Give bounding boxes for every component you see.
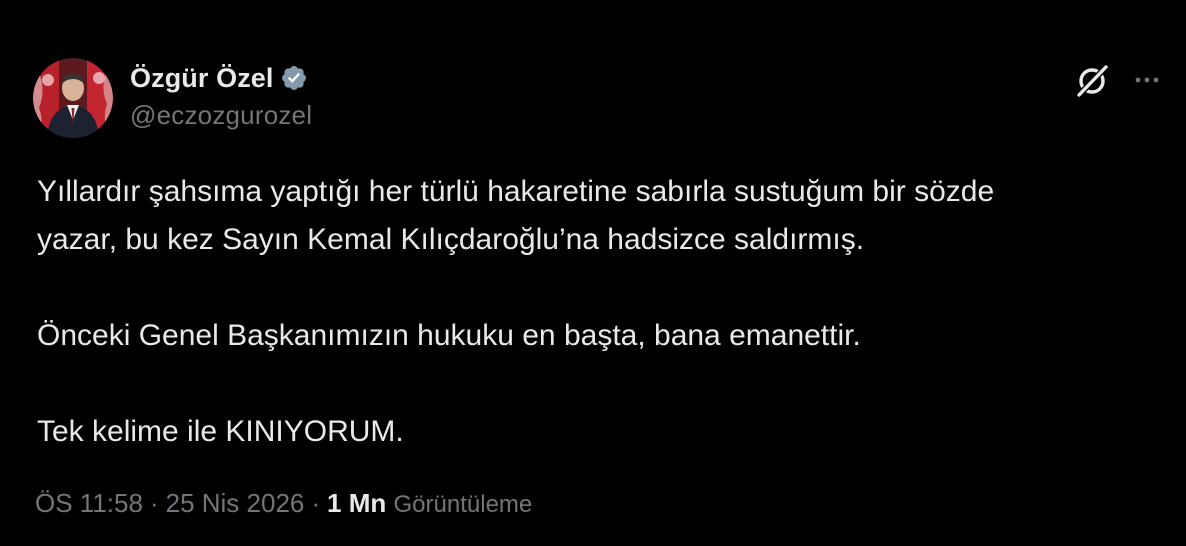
tweet-text-line: Tek kelime ile KINIYORUM. (37, 415, 404, 448)
meta-separator: · (311, 488, 321, 518)
meta-separator: · (149, 488, 159, 518)
tweet-text-line: Önceki Genel Başkanımızın hukuku en başt… (37, 319, 861, 352)
views-label[interactable]: Görüntüleme (394, 491, 533, 518)
name-row: Özgür Özel (130, 58, 312, 98)
views-count[interactable]: 1 Mn (327, 488, 386, 518)
tweet-date[interactable]: 25 Nis 2026 (166, 488, 305, 518)
tweet-card: Özgür Özel @eczozgurozel Yıllardır şahsı… (0, 0, 1186, 546)
more-options-icon[interactable] (1130, 66, 1164, 94)
tweet-text-line: yazar, bu kez Sayın Kemal Kılıçdaroğlu’n… (37, 223, 865, 256)
author-block: Özgür Özel @eczozgurozel (130, 58, 312, 131)
tweet-time[interactable]: ÖS 11:58 (35, 488, 143, 518)
tweet-text-line: Yıllardır şahsıma yaptığı her türlü haka… (37, 175, 995, 208)
tweet-text: Yıllardır şahsıma yaptığı her türlü haka… (37, 168, 1157, 456)
user-handle[interactable]: @eczozgurozel (130, 100, 312, 131)
tweet-meta: ÖS 11:58 · 25 Nis 2026 · 1 Mn Görüntüleme (35, 488, 532, 519)
verified-badge-icon[interactable] (280, 64, 308, 92)
display-name[interactable]: Özgür Özel (130, 63, 274, 94)
avatar[interactable] (33, 58, 113, 138)
grok-icon[interactable] (1073, 62, 1111, 100)
